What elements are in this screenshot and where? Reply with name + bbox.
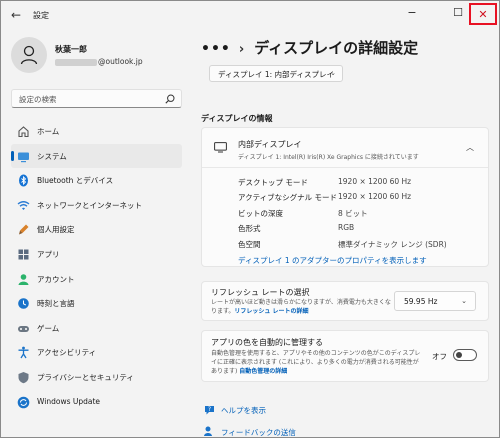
system-icon — [18, 152, 29, 162]
auto-color-description: 自動色管理を使用すると、アプリやその他のコンテンツの色がこのディスプレイに正確に… — [211, 350, 421, 375]
sidebar-item-label: 時刻と言語 — [37, 299, 75, 309]
chevron-down-icon: ⌄ — [330, 69, 336, 77]
sidebar-item-windows-update[interactable]: Windows Update — [11, 390, 182, 415]
breadcrumb: ••• › ディスプレイの詳細設定 — [201, 37, 418, 58]
display-select-dropdown[interactable]: ディスプレイ 1: 内部ディスプレイ ⌄ — [209, 65, 343, 82]
refresh-rate-details-link[interactable]: リフレッシュ レートの詳細 — [234, 308, 308, 315]
sidebar-item-time-language[interactable]: 時刻と言語 — [11, 291, 182, 316]
auto-color-toggle-label: オフ — [432, 352, 447, 361]
settings-window: ← 設定 − ☐ ✕ 秋葉一郎 @outlook.jp 設定の検索 ホーム シス… — [0, 0, 500, 438]
sidebar-item-label: アカウント — [37, 274, 75, 284]
minimize-button[interactable]: − — [399, 1, 425, 25]
help-link[interactable]: ? ヘルプを表示 — [203, 403, 266, 419]
chevron-down-icon: ⌄ — [461, 297, 467, 305]
sidebar-item-apps[interactable]: アプリ — [11, 242, 182, 267]
info-label: 色形式 — [238, 224, 261, 234]
bluetooth-icon — [19, 174, 28, 187]
app-title: 設定 — [33, 11, 49, 20]
refresh-rate-description: レートが高いほど動きは滑らかになりますが、消費電力も大きくなります。リフレッシュ… — [211, 299, 391, 315]
svg-text:?: ? — [208, 406, 211, 413]
sidebar-item-home[interactable]: ホーム — [11, 119, 182, 144]
avatar — [11, 37, 47, 73]
display-info-title: 内部ディスプレイ — [238, 140, 302, 149]
feedback-icon — [204, 426, 212, 436]
privacy-shield-icon — [18, 371, 29, 384]
chevron-up-icon[interactable]: ︿ — [466, 142, 474, 153]
sidebar-item-label: アプリ — [37, 249, 60, 259]
sidebar-item-label: プライバシーとセキュリティ — [37, 372, 134, 382]
sidebar-item-accessibility[interactable]: アクセシビリティ — [11, 340, 182, 365]
home-icon — [18, 126, 29, 138]
info-value: 標準ダイナミック レンジ (SDR) — [338, 239, 447, 249]
display-info-card: 内部ディスプレイ ディスプレイ 1: Intel(R) Iris(R) Xe G… — [201, 127, 489, 267]
sidebar-item-label: ホーム — [37, 127, 60, 136]
info-value: RGB — [338, 223, 355, 233]
sidebar-item-personalization[interactable]: 個人用設定 — [11, 217, 182, 242]
help-link-label[interactable]: ヘルプを表示 — [221, 405, 266, 416]
section-title-display-info: ディスプレイの情報 — [201, 114, 273, 123]
monitor-icon — [214, 142, 227, 153]
display-info-subtitle: ディスプレイ 1: Intel(R) Iris(R) Xe Graphics に… — [238, 154, 419, 161]
info-label: 色空間 — [238, 239, 261, 249]
sidebar-item-network[interactable]: ネットワークとインターネット — [11, 193, 182, 218]
settings-search-box[interactable]: 設定の検索 — [11, 89, 182, 108]
display-info-header[interactable]: 内部ディスプレイ ディスプレイ 1: Intel(R) Iris(R) Xe G… — [202, 128, 488, 168]
sidebar-item-gaming[interactable]: ゲーム — [11, 316, 182, 341]
refresh-rate-title: リフレッシュ レートの選択 — [211, 288, 310, 297]
search-input[interactable]: 設定の検索 — [19, 94, 57, 105]
back-arrow-icon[interactable]: ← — [8, 7, 24, 23]
auto-color-details-link[interactable]: 自動色管理の詳細 — [239, 368, 287, 375]
sidebar-item-label: ゲーム — [37, 323, 60, 333]
info-label: アクティブなシグナル モード — [238, 193, 338, 203]
user-email: @outlook.jp — [55, 57, 143, 66]
auto-color-toggle[interactable] — [453, 349, 477, 361]
feedback-link[interactable]: フィードバックの送信 — [203, 425, 296, 437]
sidebar-item-privacy[interactable]: プライバシーとセキュリティ — [11, 365, 182, 390]
info-value: 1920 × 1200 60 Hz — [338, 192, 412, 202]
maximize-button[interactable]: ☐ — [445, 1, 471, 25]
sidebar-item-system[interactable]: システム — [11, 143, 182, 169]
personalization-icon — [19, 224, 29, 235]
accessibility-icon — [18, 346, 29, 359]
info-value: 8 ビット — [338, 208, 368, 218]
info-value: 1920 × 1200 60 Hz — [338, 177, 412, 186]
title-bar: ← 設定 − ☐ ✕ — [1, 1, 499, 31]
sidebar-item-label: Windows Update — [37, 396, 101, 406]
help-icon: ? — [205, 406, 214, 415]
apps-icon — [18, 249, 29, 260]
page-title: ディスプレイの詳細設定 — [254, 39, 419, 57]
sidebar-item-label: 個人用設定 — [37, 225, 75, 235]
sidebar-item-label: ネットワークとインターネット — [37, 200, 142, 210]
refresh-rate-dropdown[interactable]: 59.95 Hz ⌄ — [394, 291, 476, 311]
windows-update-icon — [17, 396, 30, 408]
refresh-rate-card: リフレッシュ レートの選択 レートが高いほど動きは滑らかになりますが、消費電力も… — [201, 281, 489, 321]
chevron-right-icon: › — [238, 42, 245, 57]
gaming-icon — [18, 325, 29, 332]
email-redaction — [55, 58, 97, 66]
feedback-link-label[interactable]: フィードバックの送信 — [221, 427, 296, 437]
user-icon — [20, 45, 38, 65]
sidebar-item-accounts[interactable]: アカウント — [11, 267, 182, 292]
sidebar-item-label: システム — [37, 151, 67, 161]
sidebar-item-bluetooth[interactable]: Bluetooth とデバイス — [11, 168, 182, 193]
sidebar-nav: ホーム システム Bluetooth とデバイス ネットワークとインターネット … — [11, 119, 182, 414]
account-icon — [18, 273, 29, 285]
search-icon[interactable] — [165, 94, 175, 104]
adapter-properties-link[interactable]: ディスプレイ 1 のアダプターのプロパティを表示します — [238, 255, 427, 266]
display-select-value: ディスプレイ 1: 内部ディスプレイ — [218, 70, 335, 79]
info-label: デスクトップ モード — [238, 178, 308, 187]
auto-color-title: アプリの色を自動的に管理する — [211, 338, 323, 347]
close-button[interactable]: ✕ — [469, 3, 497, 25]
sidebar-item-label: Bluetooth とデバイス — [37, 176, 114, 186]
breadcrumb-overflow-button[interactable]: ••• — [201, 41, 231, 57]
time-language-icon — [18, 298, 29, 309]
refresh-rate-value: 59.95 Hz — [404, 297, 438, 306]
user-name: 秋葉一郎 — [55, 45, 87, 54]
auto-color-card: アプリの色を自動的に管理する 自動色管理を使用すると、アプリやその他のコンテンツ… — [201, 330, 489, 382]
network-icon — [17, 200, 30, 210]
info-label: ビットの深度 — [238, 208, 283, 218]
toggle-knob — [456, 352, 462, 358]
sidebar-item-label: アクセシビリティ — [37, 348, 97, 358]
